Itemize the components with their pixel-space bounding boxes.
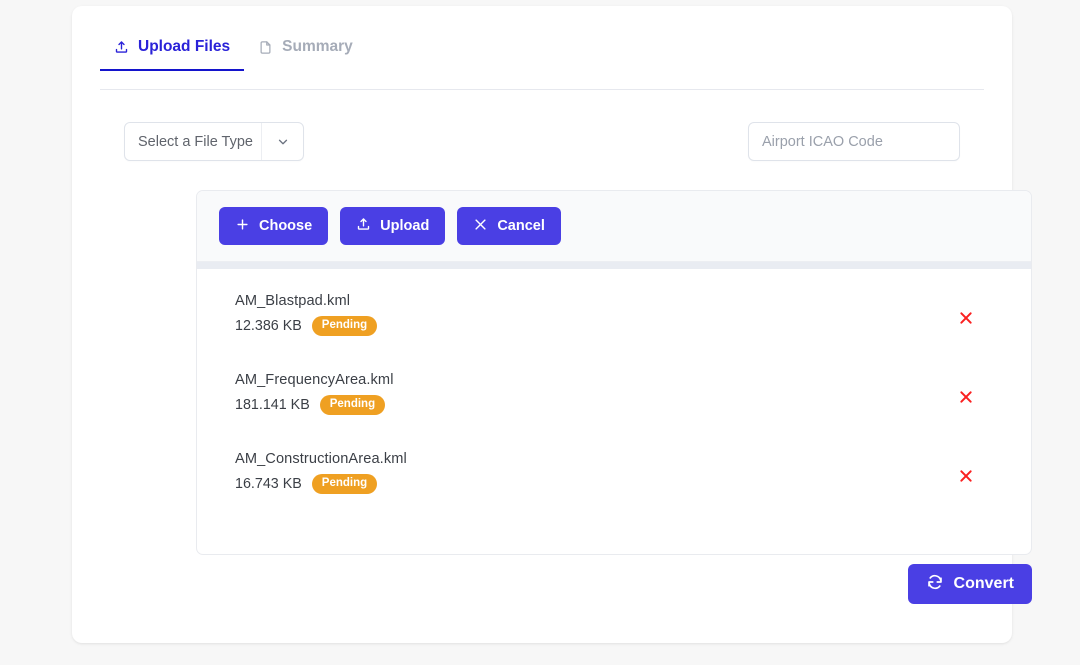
cancel-button-label: Cancel (497, 218, 545, 234)
tab-summary[interactable]: Summary (244, 38, 367, 70)
file-info: AM_ConstructionArea.kml 16.743 KB Pendin… (235, 451, 407, 494)
upload-button[interactable]: Upload (340, 207, 446, 245)
file-size: 16.743 KB (235, 475, 302, 492)
file-size: 181.141 KB (235, 396, 310, 413)
remove-file-button[interactable] (957, 389, 975, 407)
file-type-select-value: Select a File Type (138, 133, 253, 150)
convert-button-label: Convert (953, 575, 1014, 592)
file-info: AM_FrequencyArea.kml 181.141 KB Pending (235, 372, 394, 415)
file-name: AM_Blastpad.kml (235, 293, 351, 309)
plus-icon (235, 217, 250, 236)
file-info: AM_Blastpad.kml 12.386 KB Pending (235, 293, 378, 336)
tab-upload-files[interactable]: Upload Files (100, 38, 245, 71)
table-row: AM_FrequencyArea.kml 181.141 KB Pending (197, 358, 1031, 437)
upload-icon (114, 39, 129, 55)
choose-button[interactable]: Choose (219, 207, 329, 245)
table-row: AM_Blastpad.kml 12.386 KB Pending (197, 279, 1031, 358)
upload-progress-bar (197, 262, 1031, 269)
upload-button-label: Upload (380, 218, 430, 234)
status-badge: Pending (319, 395, 386, 415)
close-icon (473, 217, 488, 236)
tab-label: Upload Files (138, 38, 231, 55)
form-row: Select a File Type (124, 122, 960, 161)
main-card: Upload Files Summary Select a File Type (72, 6, 1032, 643)
convert-row: Convert (196, 564, 1032, 604)
uploader-toolbar: Choose Upload Cancel (197, 191, 1031, 262)
file-list: AM_Blastpad.kml 12.386 KB Pending AM_Fre… (197, 269, 1031, 516)
file-name: AM_FrequencyArea.kml (235, 372, 394, 388)
tab-label: Summary (282, 38, 353, 55)
table-row: AM_ConstructionArea.kml 16.743 KB Pendin… (197, 437, 1031, 516)
status-badge: Pending (311, 474, 378, 494)
app-page: Upload Files Summary Select a File Type (0, 0, 1080, 665)
close-icon (958, 468, 974, 487)
remove-file-button[interactable] (957, 468, 975, 486)
file-name: AM_ConstructionArea.kml (235, 451, 407, 467)
choose-button-label: Choose (259, 218, 313, 234)
refresh-icon (926, 573, 944, 596)
upload-icon (356, 216, 371, 236)
file-type-select[interactable]: Select a File Type (124, 122, 304, 161)
cancel-button[interactable]: Cancel (457, 207, 561, 245)
file-meta: 181.141 KB Pending (235, 395, 394, 415)
file-size: 12.386 KB (235, 317, 302, 334)
airport-icao-input[interactable] (748, 122, 960, 161)
document-icon (258, 39, 273, 56)
file-meta: 16.743 KB Pending (235, 474, 407, 494)
remove-file-button[interactable] (957, 310, 975, 328)
file-uploader-panel: Choose Upload Cancel AM_Blastpad.kml 12.… (196, 190, 1032, 555)
file-meta: 12.386 KB Pending (235, 316, 378, 336)
close-icon (958, 310, 974, 329)
tab-bar: Upload Files Summary (100, 38, 984, 90)
convert-button[interactable]: Convert (907, 564, 1032, 604)
status-badge: Pending (311, 316, 378, 336)
close-icon (958, 389, 974, 408)
chevron-down-icon (261, 123, 303, 160)
